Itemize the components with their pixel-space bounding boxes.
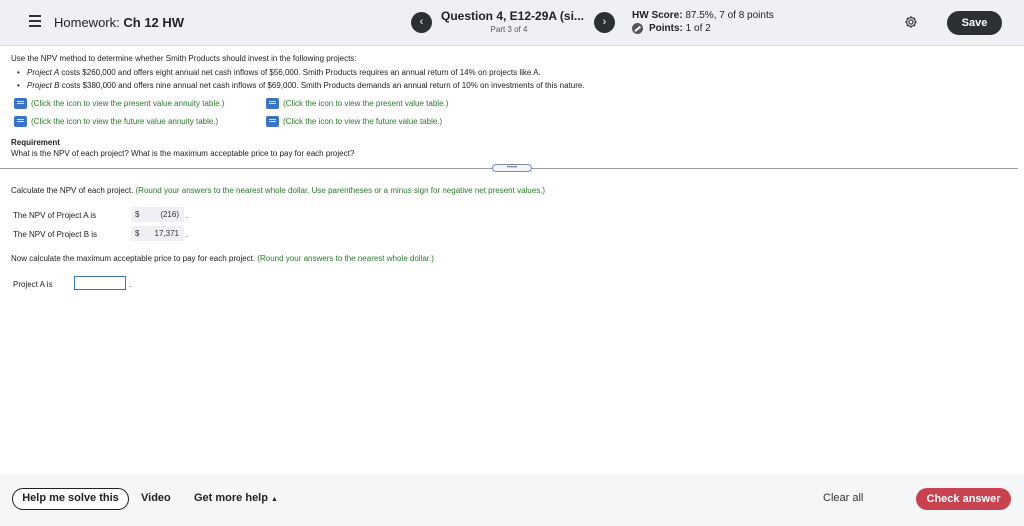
- pv-annuity-link-label[interactable]: (Click the icon to view the present valu…: [31, 99, 224, 108]
- fv-table-link-label[interactable]: (Click the icon to view the future value…: [283, 117, 442, 126]
- npv-a-period: .: [186, 211, 189, 220]
- npv-b-value: 17,371: [154, 229, 179, 238]
- book-icon[interactable]: [14, 116, 27, 127]
- problem-intro: Use the NPV method to determine whether …: [11, 54, 357, 63]
- book-icon[interactable]: [266, 98, 279, 109]
- points: Points: 1 of 2: [632, 23, 711, 34]
- list-item: Project A costs $260,000 and offers eigh…: [17, 66, 585, 79]
- fv-annuity-link-label[interactable]: (Click the icon to view the future value…: [31, 117, 218, 126]
- npv-a-answer[interactable]: $ (216): [131, 207, 184, 222]
- project-b-name: Project B: [27, 81, 60, 90]
- max-price-hint: (Round your answers to the nearest whole…: [257, 254, 434, 263]
- project-b-text: costs $380,000 and offers nine annual ne…: [59, 81, 585, 90]
- top-bar: Homework: Ch 12 HW ‹ Question 4, E12-29A…: [0, 0, 1024, 46]
- fv-annuity-table-link[interactable]: (Click the icon to view the future value…: [14, 116, 218, 127]
- max-price-a-label: Project A is: [13, 280, 53, 289]
- video-link[interactable]: Video: [141, 492, 171, 504]
- requirement-text: What is the NPV of each project? What is…: [11, 149, 355, 158]
- book-icon[interactable]: [266, 116, 279, 127]
- score-label: HW Score:: [632, 10, 683, 21]
- pv-annuity-table-link[interactable]: (Click the icon to view the present valu…: [14, 98, 224, 109]
- points-label: Points:: [649, 23, 683, 34]
- partial-credit-icon: [632, 23, 643, 34]
- save-button[interactable]: Save: [947, 11, 1002, 35]
- previous-question-button[interactable]: ‹: [411, 12, 432, 33]
- fv-table-link[interactable]: (Click the icon to view the future value…: [266, 116, 442, 127]
- get-more-help-label[interactable]: Get more help: [194, 492, 268, 504]
- max-price-instruction: Now calculate the maximum acceptable pri…: [11, 254, 434, 263]
- npv-b-period: .: [186, 230, 189, 239]
- caret-up-icon: ▲: [270, 496, 278, 503]
- hw-score: HW Score: 87.5%, 7 of 8 points: [632, 10, 774, 21]
- list-item: Project B costs $380,000 and offers nine…: [17, 79, 585, 92]
- score-value: 87.5%, 7 of 8 points: [685, 10, 774, 21]
- homework-title: Homework: Ch 12 HW: [54, 15, 184, 30]
- npv-b-currency: $: [135, 229, 140, 238]
- project-a-text: costs $260,000 and offers eight annual n…: [59, 68, 541, 77]
- question-part: Part 3 of 4: [490, 25, 528, 34]
- npv-a-currency: $: [135, 210, 140, 219]
- hamburger-menu-icon[interactable]: [29, 15, 41, 27]
- max-price-instruction-text: Now calculate the maximum acceptable pri…: [11, 254, 258, 263]
- next-question-button[interactable]: ›: [594, 12, 615, 33]
- question-title[interactable]: Question 4, E12-29A (si...: [441, 9, 584, 23]
- npv-b-label: The NPV of Project B is: [13, 230, 98, 239]
- gear-icon[interactable]: [904, 15, 918, 29]
- project-a-name: Project A: [27, 68, 60, 77]
- npv-a-value: (216): [160, 210, 179, 219]
- get-more-help-button[interactable]: Get more help ▲: [194, 492, 278, 504]
- npv-instruction-text: Calculate the NPV of each project.: [11, 186, 136, 195]
- npv-hint: (Round your answers to the nearest whole…: [135, 186, 546, 195]
- requirement-title: Requirement: [11, 138, 60, 147]
- npv-instruction: Calculate the NPV of each project. (Roun…: [11, 186, 545, 195]
- npv-b-answer[interactable]: $ 17,371: [131, 226, 184, 241]
- expand-collapse-button[interactable]: •••••: [492, 164, 532, 172]
- help-me-solve-button[interactable]: Help me solve this: [12, 488, 129, 510]
- npv-a-label: The NPV of Project A is: [13, 211, 97, 220]
- book-icon[interactable]: [14, 98, 27, 109]
- check-answer-button[interactable]: Check answer: [916, 488, 1011, 510]
- homework-name: Ch 12 HW: [123, 15, 185, 30]
- homework-prefix: Homework:: [54, 15, 120, 30]
- pv-table-link[interactable]: (Click the icon to view the present valu…: [266, 98, 448, 109]
- clear-all-button[interactable]: Clear all: [823, 492, 863, 504]
- project-list: Project A costs $260,000 and offers eigh…: [17, 66, 585, 92]
- pv-table-link-label[interactable]: (Click the icon to view the present valu…: [283, 99, 448, 108]
- points-value: 1 of 2: [685, 23, 711, 34]
- max-price-a-period: .: [129, 280, 132, 289]
- max-price-a-input[interactable]: [74, 276, 126, 290]
